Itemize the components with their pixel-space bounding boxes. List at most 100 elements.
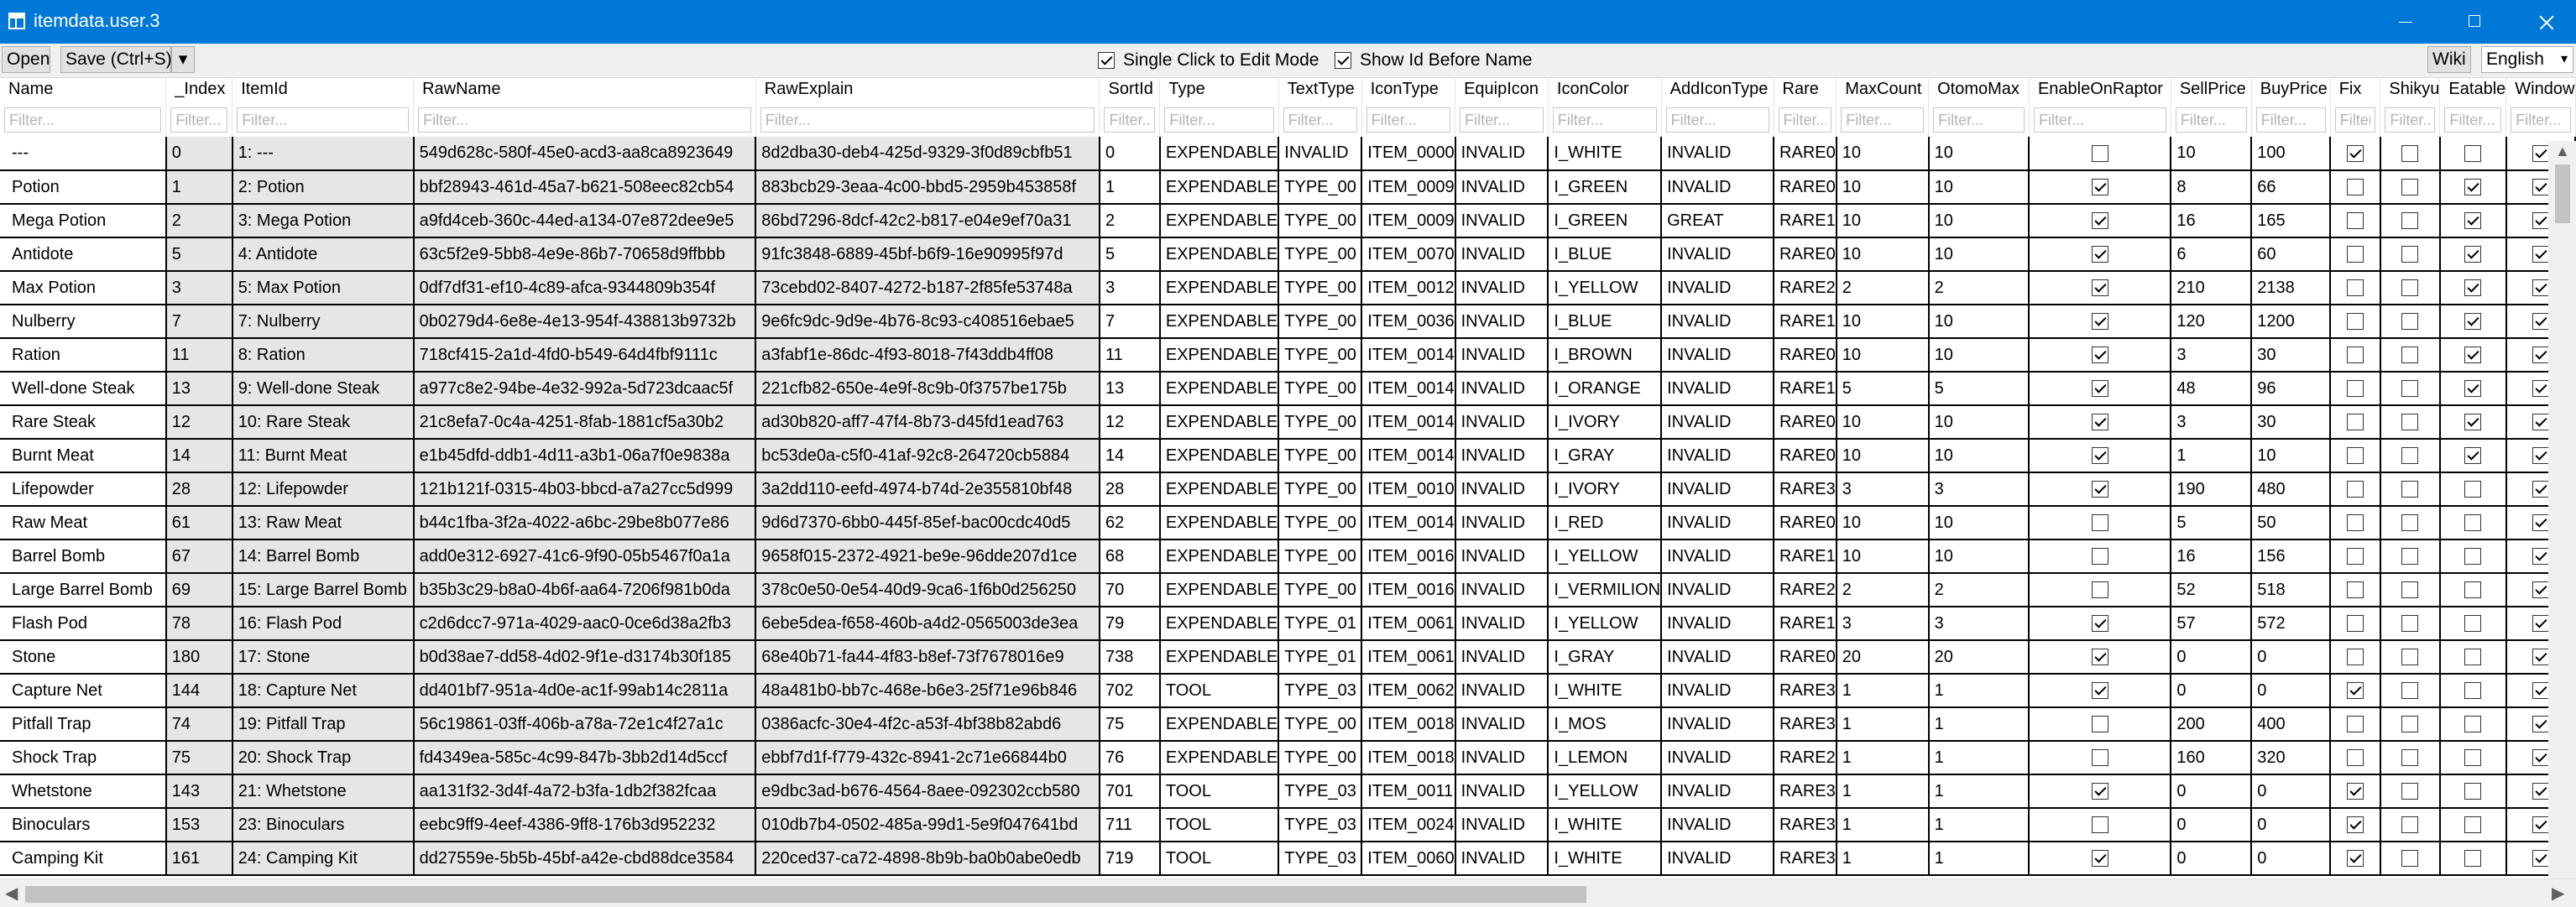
cell-texttype[interactable]: TYPE_00 (1278, 305, 1363, 339)
cell-type[interactable]: EXPENDABLE (1159, 305, 1280, 339)
column-header-itemid[interactable]: ItemId (232, 78, 415, 107)
cell-icontype[interactable]: ITEM_0016 (1361, 540, 1456, 574)
cell-sellprice[interactable]: 10 (2171, 137, 2253, 171)
cell-addicontype[interactable]: INVALID (1661, 372, 1775, 406)
table-row[interactable]: Whetstone 143 21: Whetstone aa131f32-3d4f-4… (0, 774, 2576, 809)
checkbox[interactable] (2464, 615, 2482, 633)
checkbox[interactable] (2347, 144, 2364, 162)
cell-enableonraptor[interactable] (2029, 170, 2172, 205)
cell-fix[interactable] (2330, 170, 2381, 205)
checkbox[interactable] (2532, 816, 2549, 834)
cell-fix[interactable] (2330, 842, 2381, 876)
cell-buyprice[interactable]: 572 (2251, 607, 2332, 641)
cell-fix[interactable] (2330, 774, 2381, 809)
cell-otomomax[interactable]: 1 (1928, 842, 2030, 876)
cell-iconcolor[interactable]: I_WHITE (1548, 808, 1663, 842)
cell-addicontype[interactable]: INVALID (1661, 170, 1775, 205)
cell-otomomax[interactable]: 3 (1928, 607, 2030, 641)
cell-texttype[interactable]: TYPE_00 (1278, 573, 1363, 607)
cell-iconcolor[interactable]: I_GRAY (1548, 439, 1663, 473)
close-icon[interactable] (2515, 0, 2573, 44)
filter-input-rawname[interactable] (418, 107, 751, 133)
cell-addicontype[interactable]: INVALID (1661, 707, 1775, 742)
cell-rawexplain[interactable]: 91fc3848-6889-45bf-b6f9-16e90995f97d (755, 237, 1100, 272)
cell-otomomax[interactable]: 5 (1928, 372, 2030, 406)
cell-buyprice[interactable]: 156 (2251, 540, 2332, 574)
cell-eatable[interactable] (2439, 640, 2507, 675)
cell-itemid[interactable]: 12: Lifepowder (232, 472, 415, 507)
cell-texttype[interactable]: TYPE_03 (1278, 674, 1363, 708)
cell-name[interactable]: Capture Net (0, 674, 167, 708)
cell-shikyu[interactable] (2380, 540, 2441, 574)
cell-shikyu[interactable] (2380, 170, 2441, 205)
maximize-icon[interactable] (2445, 0, 2504, 44)
cell-type[interactable]: EXPENDABLE (1159, 338, 1280, 373)
checkbox[interactable] (2464, 347, 2482, 364)
cell-sellprice[interactable]: 0 (2171, 842, 2253, 876)
cell-rawname[interactable]: b0d38ae7-dd58-4d02-9f1e-d3174b30f185 (413, 640, 757, 675)
cell-fix[interactable] (2330, 137, 2381, 171)
cell-rawexplain[interactable]: 73cebd02-8407-4272-b187-2f85fe53748a (755, 271, 1100, 305)
table-row[interactable]: Stone 180 17: Stone b0d38ae7-dd58-4d02-9f1e… (0, 640, 2576, 675)
cell-rawexplain[interactable]: e9dbc3ad-b676-4564-8aee-092302ccb580 (755, 774, 1100, 809)
cell-texttype[interactable]: TYPE_00 (1278, 204, 1363, 238)
checkbox[interactable] (2347, 347, 2364, 364)
cell-rawexplain[interactable]: 6ebe5dea-f658-460b-a4d2-0565003de3ea (755, 607, 1100, 641)
table-row[interactable]: Potion 1 2: Potion bbf28943-461d-45a7-b621-… (0, 170, 2576, 205)
cell-addicontype[interactable]: INVALID (1661, 607, 1775, 641)
cell-rare[interactable]: RARE3 (1774, 472, 1837, 507)
cell-index[interactable]: 69 (165, 573, 233, 607)
checkbox[interactable] (2532, 850, 2549, 868)
filter-input-iconcolor[interactable] (1552, 107, 1657, 133)
cell-rawname[interactable]: eebc9ff9-4eef-4386-9ff8-176b3d952232 (413, 808, 757, 842)
cell-texttype[interactable]: TYPE_00 (1278, 405, 1363, 440)
cell-fix[interactable] (2330, 640, 2381, 675)
checkbox[interactable] (2091, 347, 2108, 364)
horizontal-scroll-thumb[interactable] (25, 886, 1586, 903)
cell-buyprice[interactable]: 10 (2251, 439, 2332, 473)
cell-icontype[interactable]: ITEM_0061 (1361, 640, 1456, 675)
checkbox[interactable] (2532, 279, 2549, 297)
cell-rare[interactable]: RARE3 (1774, 808, 1837, 842)
table-row[interactable]: Raw Meat 61 13: Raw Meat b44c1fba-3f2a-4022… (0, 506, 2576, 540)
checkbox[interactable] (2347, 749, 2364, 767)
cell-sellprice[interactable]: 16 (2171, 204, 2253, 238)
checkbox[interactable] (2401, 144, 2419, 162)
checkbox[interactable] (2464, 649, 2482, 666)
filter-input-sellprice[interactable] (2175, 107, 2247, 133)
cell-type[interactable]: EXPENDABLE (1159, 372, 1280, 406)
checkbox[interactable] (2532, 548, 2549, 566)
cell-shikyu[interactable] (2380, 774, 2441, 809)
cell-iconcolor[interactable]: I_RED (1548, 506, 1663, 540)
cell-maxcount[interactable]: 1 (1836, 707, 1930, 742)
cell-fix[interactable] (2330, 607, 2381, 641)
cell-type[interactable]: EXPENDABLE (1159, 573, 1280, 607)
filter-input-rawexplain[interactable] (760, 107, 1095, 133)
checkbox[interactable] (2532, 649, 2549, 666)
checkbox[interactable] (2532, 347, 2549, 364)
cell-otomomax[interactable]: 1 (1928, 707, 2030, 742)
cell-rawexplain[interactable]: a3fabf1e-86dc-4f93-8018-7f43ddb4ff08 (755, 338, 1100, 373)
cell-iconcolor[interactable]: I_YELLOW (1548, 607, 1663, 641)
checkbox[interactable] (2091, 212, 2108, 230)
cell-shikyu[interactable] (2380, 439, 2441, 473)
cell-maxcount[interactable]: 10 (1836, 439, 1930, 473)
cell-rawexplain[interactable]: 8d2dba30-deb4-425d-9329-3f0d89cbfb51 (755, 137, 1100, 171)
checkbox[interactable] (2091, 144, 2108, 162)
checkbox[interactable] (1098, 52, 1115, 69)
cell-otomomax[interactable]: 10 (1928, 439, 2030, 473)
cell-addicontype[interactable]: INVALID (1661, 271, 1775, 305)
cell-rawexplain[interactable]: 68e40b71-fa44-4f83-b8ef-73f7678016e9 (755, 640, 1100, 675)
cell-sellprice[interactable]: 0 (2171, 774, 2253, 809)
cell-enableonraptor[interactable] (2029, 607, 2172, 641)
checkbox[interactable] (2347, 649, 2364, 666)
checkbox[interactable] (2347, 414, 2364, 431)
column-header-type[interactable]: Type (1159, 78, 1279, 107)
cell-maxcount[interactable]: 5 (1836, 372, 1930, 406)
cell-sortid[interactable]: 701 (1099, 774, 1161, 809)
cell-sortid[interactable]: 12 (1099, 405, 1161, 440)
cell-type[interactable]: EXPENDABLE (1159, 237, 1280, 272)
filter-input-sortid[interactable] (1104, 107, 1156, 133)
cell-index[interactable]: 11 (165, 338, 233, 373)
cell-itemid[interactable]: 20: Shock Trap (232, 741, 415, 775)
